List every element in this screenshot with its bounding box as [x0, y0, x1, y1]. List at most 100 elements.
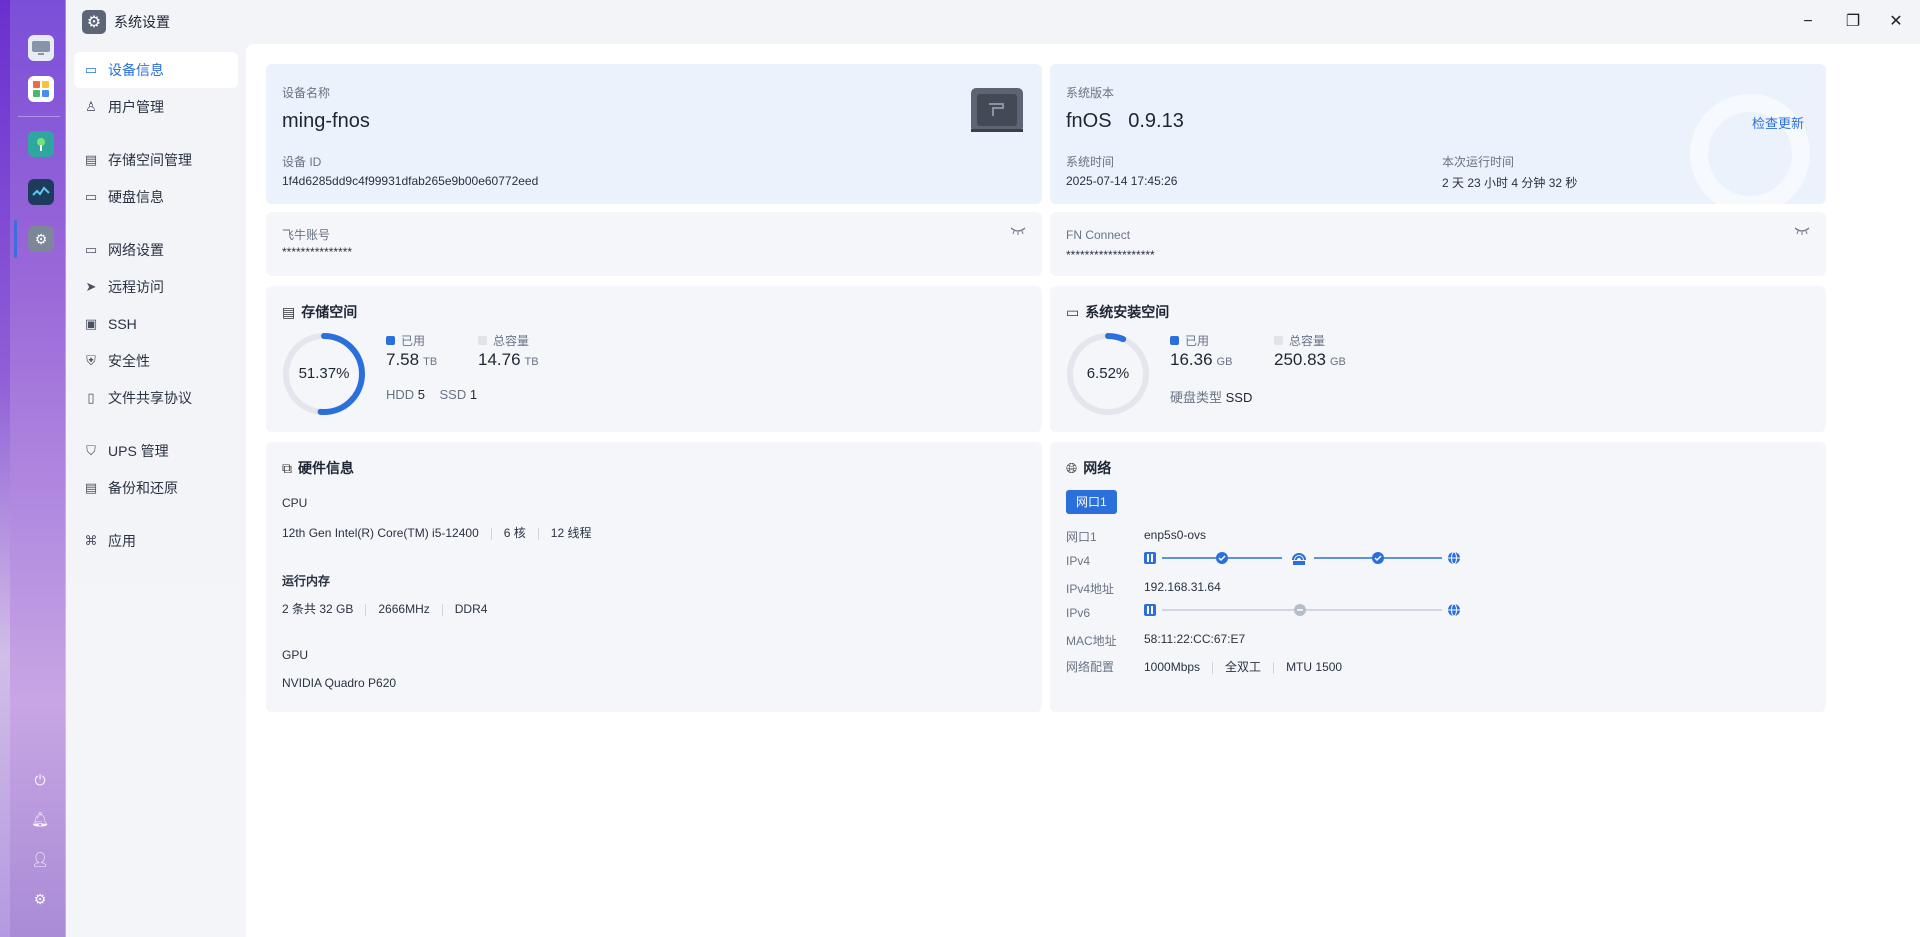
watermark-logo	[1690, 94, 1810, 204]
memory-label: 运行内存	[282, 574, 331, 588]
tab-port1[interactable]: 网口1	[1066, 490, 1117, 514]
device-id-label: 设备 ID	[282, 155, 322, 169]
sidebar-item-remote[interactable]: ➤ 远程访问	[74, 269, 238, 305]
ipv4-label: IPv4	[1066, 554, 1091, 568]
dock-edge	[0, 0, 10, 937]
storage-total-value: 14.76	[478, 350, 521, 369]
cpu-info: 12th Gen Intel(R) Core(TM) i5-12400 6 核 12…	[282, 524, 591, 541]
disk-icon: ▭	[84, 189, 98, 204]
power-icon[interactable]: ⏻	[31, 771, 49, 789]
storage-card: ▤ 存储空间 51.37% 已用 7.58 TB 总容量 14.76 TB HDD …	[266, 286, 1042, 432]
settings-icon: ⚙	[82, 10, 106, 34]
app-center-icon[interactable]	[28, 76, 54, 102]
app-dock: ⚙ ⏻ 🔔︎ 👤︎ ⚙	[0, 0, 66, 937]
main-content: 设备名称 ming-fnos 设备 ID 1f4d6285dd9c4f99931…	[246, 44, 1920, 937]
nas-device-icon	[969, 86, 1025, 134]
maximize-button[interactable]: ❐	[1841, 10, 1865, 34]
hardware-card: ⧉ 硬件信息 CPU 12th Gen Intel(R) Core(TM) i5…	[266, 442, 1042, 712]
sidebar-item-label: 硬盘信息	[108, 189, 164, 205]
sidebar-item-disk[interactable]: ▭ 硬盘信息	[74, 179, 238, 215]
network-title-text: 网络	[1083, 460, 1112, 476]
storage-icon: ▤	[282, 303, 296, 320]
system-time-label: 系统时间	[1066, 155, 1115, 169]
hdd-count: 5	[417, 387, 426, 402]
uptime: 2 天 23 小时 4 分钟 32 秒	[1442, 176, 1578, 190]
config-label: 网络配置	[1066, 660, 1115, 674]
used-legend-swatch	[386, 336, 395, 345]
desktop-app-icon[interactable]	[28, 35, 54, 61]
mac-value: 58:11:22:CC:67:E7	[1144, 632, 1246, 646]
hardware-icon: ⧉	[282, 459, 292, 476]
memory-speed: 2666MHz	[378, 602, 430, 616]
sidebar-item-network[interactable]: ▭ 网络设置	[74, 232, 238, 268]
sidebar-item-security[interactable]: ⛨ 安全性	[74, 343, 238, 379]
disk-type: 硬盘类型 SSD	[1170, 387, 1252, 406]
check-update-link[interactable]: 检查更新	[1752, 113, 1804, 132]
eye-hidden-icon[interactable]	[1010, 226, 1026, 239]
close-button[interactable]: ✕	[1884, 10, 1908, 34]
backup-icon: ▤	[84, 480, 98, 495]
sidebar-item-label: 备份和还原	[108, 480, 178, 496]
sidebar-item-storage[interactable]: ▤ 存储空间管理	[74, 142, 238, 178]
account-label: 飞牛账号	[282, 228, 331, 242]
storage-total: 14.76 TB	[478, 350, 539, 370]
storage-icon: ▤	[84, 152, 98, 167]
disk-type-label: 硬盘类型	[1170, 390, 1223, 405]
photos-app-icon[interactable]	[28, 131, 54, 157]
device-name-label: 设备名称	[282, 86, 331, 100]
ipv4-connection-diagram	[1144, 551, 1460, 565]
total-legend-swatch	[478, 336, 487, 345]
bell-icon[interactable]: 🔔︎	[31, 810, 49, 828]
sys-used-label: 已用	[1185, 334, 1210, 348]
system-space-title: ▭ 系统安装空间	[1066, 302, 1169, 322]
sidebar-item-ups[interactable]: ⛉ UPS 管理	[74, 433, 238, 469]
sidebar-item-label: 用户管理	[108, 99, 164, 115]
sidebar-item-label: SSH	[108, 316, 137, 332]
device-card: 设备名称 ming-fnos 设备 ID 1f4d6285dd9c4f99931…	[266, 64, 1042, 204]
port-icon	[1144, 604, 1156, 616]
file-share-icon: ▯	[87, 390, 95, 405]
sys-used: 16.36 GB	[1170, 350, 1232, 370]
sys-used-unit: GB	[1216, 356, 1233, 368]
device-info-icon: ▭	[84, 62, 98, 77]
account-value: ***************	[282, 245, 353, 259]
system-space-card: ▭ 系统安装空间 6.52% 已用 16.36 GB 总容量 250.83 GB 硬…	[1050, 286, 1826, 432]
sidebar-item-backup[interactable]: ▤ 备份和还原	[74, 470, 238, 506]
gear-icon[interactable]: ⚙	[31, 890, 49, 908]
storage-total-legend: 总容量	[478, 332, 529, 349]
storage-used: 7.58 TB	[386, 350, 437, 370]
user-icon: ♙	[85, 99, 97, 114]
remote-icon: ➤	[85, 279, 97, 294]
uptime-label: 本次运行时间	[1442, 155, 1515, 169]
sidebar-item-apps[interactable]: ⌘ 应用	[74, 523, 238, 559]
sidebar-item-ssh[interactable]: ▣ SSH	[74, 306, 238, 342]
sidebar-item-file-share[interactable]: ▯ 文件共享协议	[74, 380, 238, 416]
storage-title: ▤ 存储空间	[282, 302, 357, 322]
gpu-model: NVIDIA Quadro P620	[282, 676, 397, 690]
memory-size: 2 条共 32 GB	[282, 602, 354, 616]
disk-icon: ▭	[1066, 303, 1080, 320]
hardware-title: ⧉ 硬件信息	[282, 458, 354, 478]
ssd-count: 1	[469, 387, 478, 402]
hdd-label: HDD	[386, 387, 415, 402]
sidebar-item-users[interactable]: ♙ 用户管理	[74, 89, 238, 125]
mac-label: MAC地址	[1066, 634, 1117, 648]
eye-hidden-icon[interactable]	[1794, 226, 1810, 239]
minimize-button[interactable]: −	[1796, 10, 1820, 34]
network-card: 🌐︎ 网络 网口1 网口1 enp5s0-ovs IPv4 IPv4地址 192…	[1050, 442, 1826, 712]
sidebar: ▭ 设备信息 ♙ 用户管理 ▤ 存储空间管理 ▭ 硬盘信息 ▭ 网络设置 ➤ 远…	[66, 44, 246, 937]
memory-type: DDR4	[454, 602, 488, 616]
settings-app-icon[interactable]: ⚙	[28, 226, 54, 252]
port-value: enp5s0-ovs	[1144, 528, 1207, 542]
system-version-label: 系统版本	[1066, 86, 1115, 100]
sys-used-value: 16.36	[1170, 350, 1213, 369]
sidebar-item-device-info[interactable]: ▭ 设备信息	[74, 52, 238, 88]
fnconnect-card: FN Connect *******************	[1050, 212, 1826, 276]
network-icon: ▭	[84, 242, 98, 257]
cpu-model: 12th Gen Intel(R) Core(TM) i5-12400	[282, 526, 479, 540]
sys-total-legend: 总容量	[1274, 332, 1325, 349]
user-icon[interactable]: 👤︎	[31, 850, 49, 868]
monitor-app-icon[interactable]	[28, 179, 54, 205]
system-version: fnOS 0.9.13	[1066, 110, 1184, 132]
port-label: 网口1	[1066, 530, 1097, 544]
